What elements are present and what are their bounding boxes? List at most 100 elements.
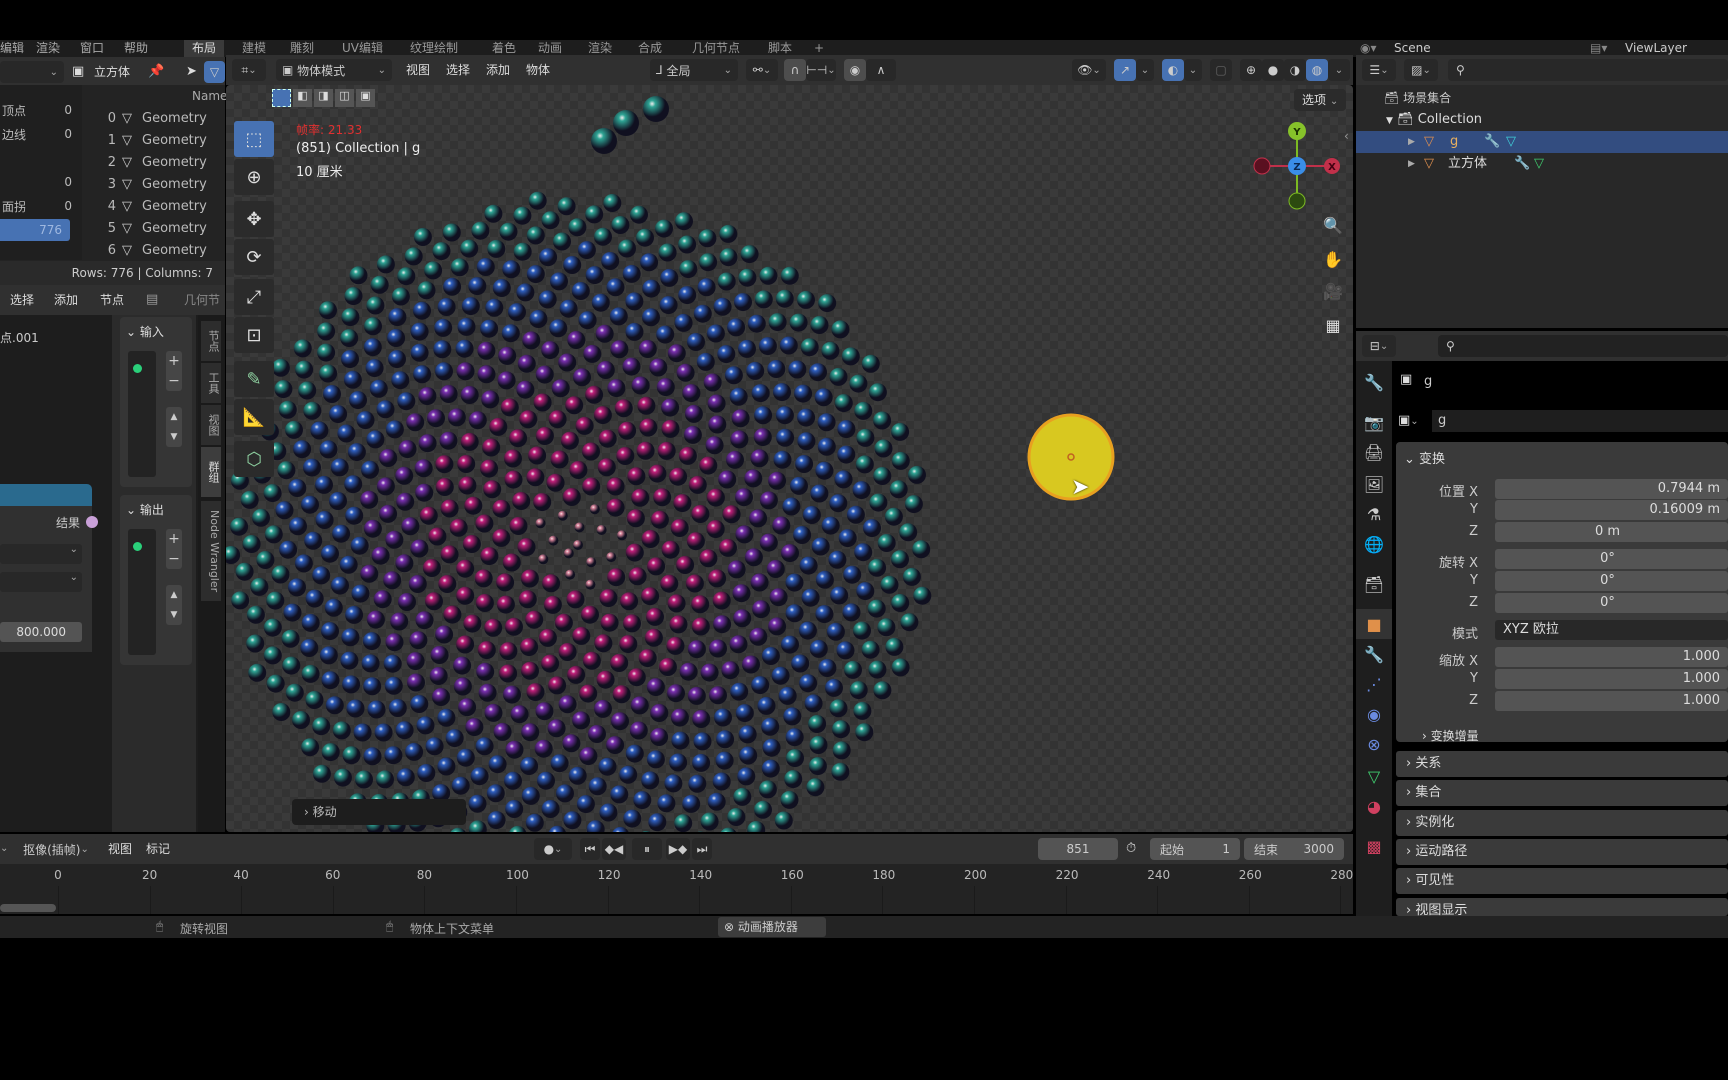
- current-frame-field[interactable]: 851: [1038, 838, 1118, 860]
- texture-tab-icon[interactable]: ▩: [1356, 831, 1392, 861]
- rotation-y-field[interactable]: 0°: [1495, 571, 1728, 591]
- sidebar-toggle-icon[interactable]: ‹: [1344, 129, 1349, 143]
- visibility-button[interactable]: 👁 ⌄: [1072, 59, 1106, 81]
- cursor-tool[interactable]: ⊕: [234, 159, 274, 195]
- menu-add[interactable]: 添加: [486, 59, 510, 81]
- menu-object[interactable]: 物体: [526, 59, 550, 81]
- outliner-editor-type[interactable]: ☰ ⌄: [1362, 59, 1396, 81]
- tab-layout[interactable]: 布局: [184, 40, 225, 57]
- measure-tool[interactable]: 📐: [234, 399, 274, 435]
- scene-collection-row[interactable]: 🗃 场景集合: [1384, 87, 1451, 109]
- relations-section[interactable]: › 关系: [1396, 751, 1728, 777]
- material-shading-button[interactable]: ◑: [1284, 59, 1306, 81]
- mode-selector[interactable]: ▣ 物体模式 ⌄: [276, 59, 392, 81]
- sidebar-tab-group[interactable]: 群组: [201, 447, 221, 497]
- pan-view-icon[interactable]: ✋: [1319, 245, 1347, 273]
- rotate-tool[interactable]: ⟳: [234, 239, 274, 275]
- keying-mode-dropdown[interactable]: 抠像(插帧) ⌄: [14, 838, 98, 860]
- overlay-dropdown[interactable]: ⌄: [1184, 59, 1202, 81]
- rotation-mode-dropdown[interactable]: XYZ 欧拉: [1495, 620, 1728, 640]
- select-subtract-icon[interactable]: ◨: [314, 89, 333, 107]
- end-frame-field[interactable]: 结束 3000: [1244, 838, 1344, 860]
- menu-select[interactable]: 选择: [10, 289, 34, 311]
- node-dropdown-1[interactable]: ⌄: [0, 544, 82, 564]
- pin-icon[interactable]: 📌: [148, 61, 164, 83]
- select-intersect-icon[interactable]: ▣: [356, 89, 375, 107]
- xray-toggle[interactable]: ▢: [1210, 59, 1232, 81]
- outliner-item-cube[interactable]: ▶ ▽ 立方体 🔧 ▽: [1356, 153, 1728, 175]
- material-tab-icon[interactable]: ◕: [1356, 791, 1392, 821]
- 3d-viewport[interactable]: ◧ ◨ ◫ ▣ 选项 ⌄ ⬚ ⊕ ✥ ⟳ ⤢ ⊡ ✎ 📐 ⬡ 帧率: 21.33…: [226, 85, 1353, 832]
- falloff-button[interactable]: ∧: [866, 59, 896, 81]
- sidebar-tab-tool[interactable]: 工具: [201, 363, 221, 403]
- node-tree-name[interactable]: 几何节: [184, 289, 220, 311]
- navigation-gizmo[interactable]: Y X Z: [1252, 121, 1342, 211]
- domain-vertex[interactable]: 顶点 0: [0, 99, 80, 121]
- spreadsheet-editor-type[interactable]: ⌄: [0, 61, 64, 83]
- rotation-z-field[interactable]: 0°: [1495, 593, 1728, 613]
- sidebar-tab-node[interactable]: 节点: [201, 321, 221, 361]
- domain-face[interactable]: 0: [0, 171, 80, 193]
- filter-icon[interactable]: ▽: [204, 61, 225, 83]
- select-extend-icon[interactable]: ◧: [293, 89, 312, 107]
- pivot-point-button[interactable]: ⚯ ⌄: [746, 59, 778, 81]
- constraints-tab-icon[interactable]: ⊗: [1356, 729, 1392, 759]
- add-remove-input-buttons[interactable]: + −: [166, 351, 182, 391]
- gizmo-dropdown[interactable]: ⌄: [1136, 59, 1154, 81]
- delta-transform-section[interactable]: › 变换增量: [1422, 727, 1479, 744]
- auto-keying-button[interactable]: ● ⌄: [534, 838, 572, 860]
- data-tab-icon[interactable]: ▽: [1356, 761, 1392, 791]
- location-x-field[interactable]: 0.7944 m: [1495, 479, 1728, 499]
- scale-x-field[interactable]: 1.000: [1495, 647, 1728, 667]
- proportional-edit-toggle[interactable]: ◉: [844, 59, 866, 81]
- start-frame-field[interactable]: 起始 1: [1150, 838, 1240, 860]
- location-z-field[interactable]: 0 m: [1495, 522, 1728, 542]
- tool-tab-icon[interactable]: 🔧: [1356, 367, 1392, 397]
- rotation-x-field[interactable]: 0°: [1495, 549, 1728, 569]
- outliner-search[interactable]: ⚲: [1448, 59, 1728, 81]
- node-tree-type-icon[interactable]: ▤: [146, 289, 158, 311]
- motion-paths-section[interactable]: › 运动路径: [1396, 839, 1728, 865]
- select-new-icon[interactable]: [272, 89, 291, 107]
- node-dropdown-2[interactable]: ⌄: [0, 572, 82, 592]
- zoom-view-icon[interactable]: 🔍: [1319, 211, 1347, 239]
- menu-node[interactable]: 节点: [100, 289, 124, 311]
- menu-edit[interactable]: 编辑: [0, 40, 24, 57]
- last-operator-panel[interactable]: › 移动: [292, 799, 466, 825]
- inputs-panel-title[interactable]: ⌄ 输入: [126, 323, 164, 340]
- collection-row[interactable]: ▼ 🗃 Collection: [1386, 109, 1482, 131]
- scale-z-field[interactable]: 1.000: [1495, 691, 1728, 711]
- animation-player-status[interactable]: ⊗ 动画播放器: [718, 917, 826, 937]
- move-input-buttons[interactable]: ▲ ▼: [166, 407, 182, 447]
- menu-view[interactable]: 视图: [108, 838, 132, 860]
- outputs-panel-title[interactable]: ⌄ 输出: [126, 501, 164, 518]
- domain-face-corner[interactable]: 面拐 0: [0, 195, 80, 217]
- node-value-field[interactable]: 800.000: [0, 622, 82, 642]
- add-cube-tool[interactable]: ⬡: [234, 441, 274, 477]
- display-mode-button[interactable]: ▨ ⌄: [1404, 59, 1438, 81]
- preview-range-icon[interactable]: ⏱: [1126, 838, 1136, 860]
- annotate-tool[interactable]: ✎: [234, 361, 274, 397]
- sidebar-tab-view[interactable]: 视图: [201, 405, 221, 445]
- node-header[interactable]: [0, 484, 92, 506]
- object-name-field[interactable]: g: [1432, 410, 1728, 432]
- menu-window[interactable]: 窗口: [80, 40, 104, 57]
- transform-section-header[interactable]: ⌄ 变换: [1404, 448, 1445, 467]
- menu-help[interactable]: 帮助: [124, 40, 148, 57]
- jump-to-start-button[interactable]: ⏮: [580, 838, 600, 860]
- overlay-toggle[interactable]: ◐: [1162, 59, 1184, 81]
- render-tab-icon[interactable]: 📷: [1356, 407, 1392, 437]
- options-dropdown[interactable]: 选项 ⌄: [1294, 89, 1347, 111]
- outliner-item-g[interactable]: ▶ ▽ g 🔧 ▽: [1356, 131, 1728, 153]
- timeline-scrollbar[interactable]: [0, 904, 56, 912]
- editor-type-button[interactable]: ⌗ ⌄: [232, 59, 266, 81]
- menu-marker[interactable]: 标记: [146, 838, 170, 860]
- selected-only-icon[interactable]: ➤: [186, 61, 197, 83]
- scale-tool[interactable]: ⤢: [234, 279, 274, 315]
- select-box-tool[interactable]: ⬚: [234, 121, 274, 157]
- jump-to-keyframe-forward-button[interactable]: ▶◆: [666, 838, 690, 860]
- timeline-ruler[interactable]: 0 20 40 60 80 100 120 140 160 180 200 220 240 260 280: [0, 864, 1353, 914]
- snap-toggle[interactable]: ∩: [784, 59, 806, 81]
- gizmo-toggle[interactable]: ↗: [1114, 59, 1136, 81]
- move-output-buttons[interactable]: ▲ ▼: [166, 585, 182, 625]
